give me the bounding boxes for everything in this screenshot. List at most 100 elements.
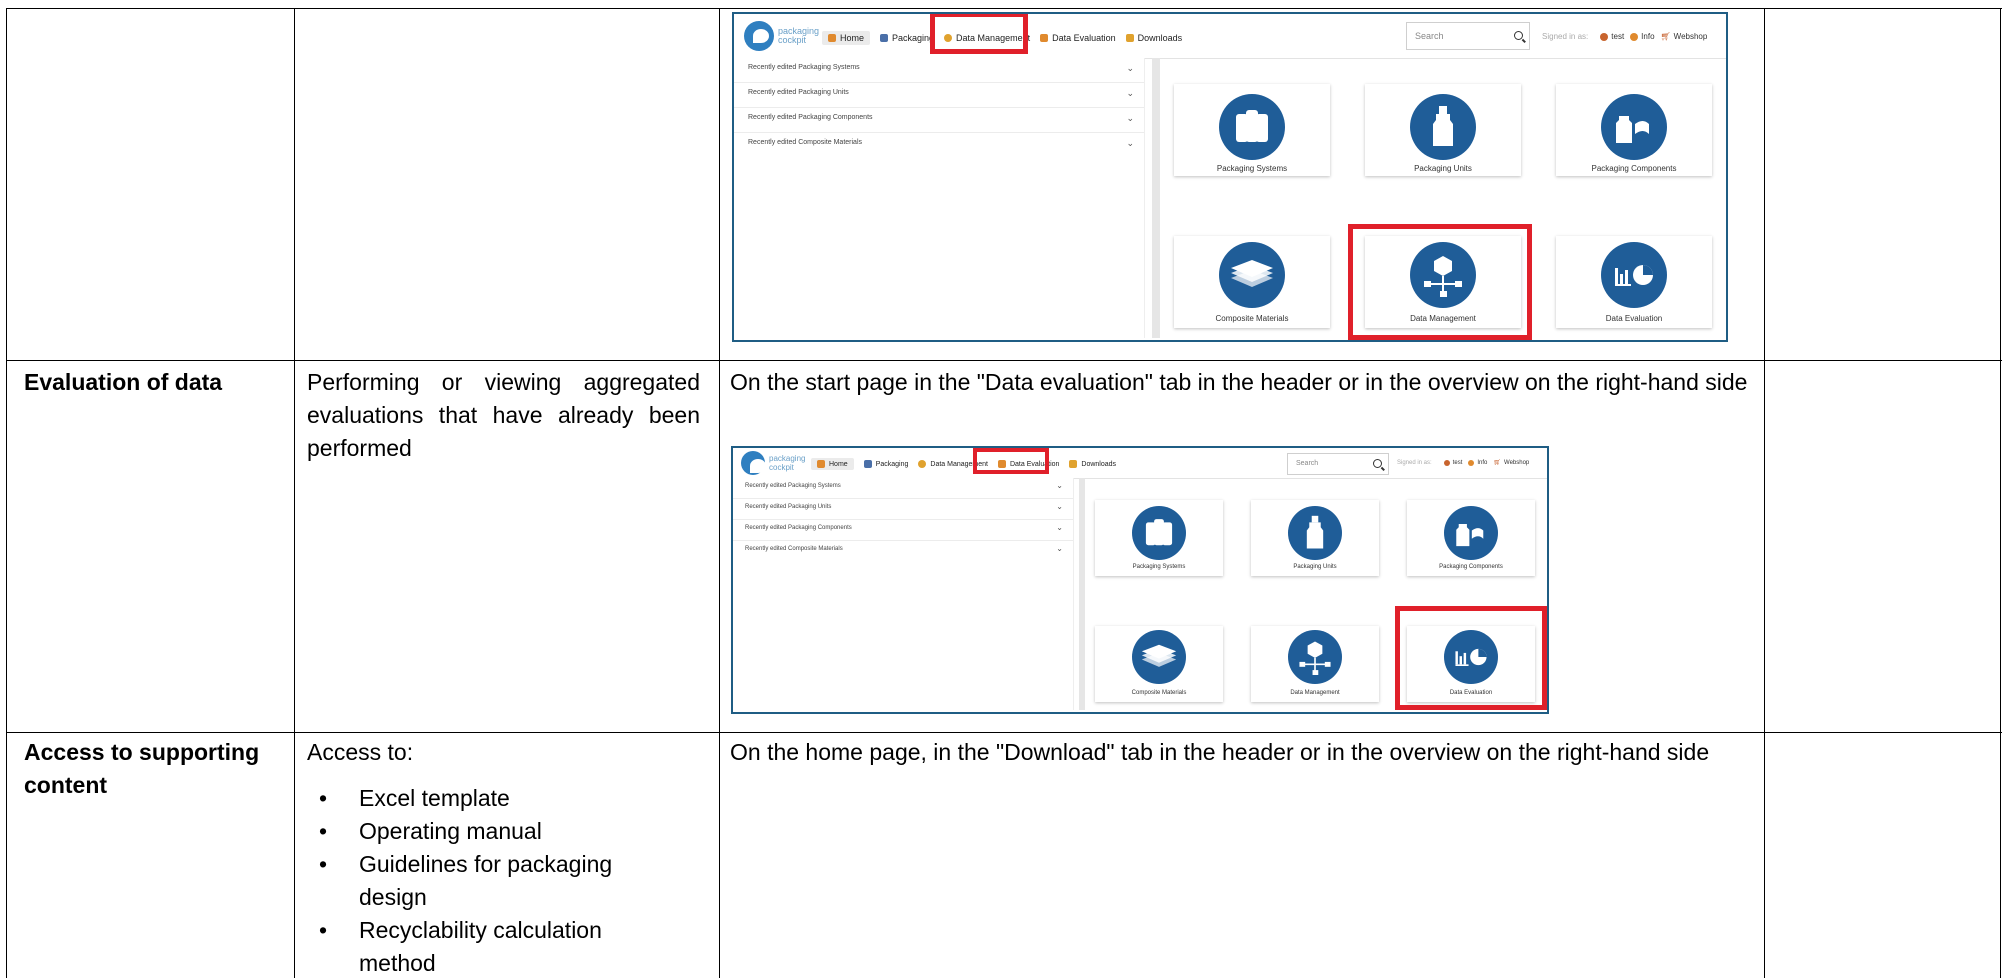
recent-item[interactable]: Recently edited Packaging Units ⌄: [733, 499, 1073, 520]
search-icon[interactable]: [1514, 31, 1523, 40]
tile-label: Composite Materials: [1215, 314, 1289, 323]
chevron-down-icon[interactable]: ⌄: [1056, 523, 1063, 532]
bottle-icon: [1288, 506, 1342, 560]
chevron-down-icon[interactable]: ⌄: [1056, 502, 1063, 511]
user-icon: [1443, 459, 1450, 466]
tile-composite-materials[interactable]: Composite Materials: [1174, 236, 1330, 328]
recent-item-label: Recently edited Packaging Components: [745, 525, 852, 531]
logo-text: packaging cockpit: [769, 454, 806, 472]
tile-data-evaluation[interactable]: Data Evaluation: [1556, 236, 1712, 328]
column-divider-1: [294, 8, 295, 978]
download-icon: [1069, 460, 1078, 468]
download-icon: [1125, 34, 1134, 42]
highlight-nav-data-management: [930, 14, 1028, 54]
search-placeholder: Search: [1296, 460, 1319, 467]
webshop-link[interactable]: Webshop: [1504, 460, 1529, 466]
nav-downloads-label: Downloads: [1137, 33, 1183, 43]
app-header: packaging cockpit Home Packaging Data Ma…: [733, 448, 1547, 479]
nav-home[interactable]: Home: [822, 31, 871, 45]
row-location-evaluation: On the start page in the "Data evaluatio…: [730, 369, 1748, 395]
chevron-down-icon[interactable]: ⌄: [1126, 113, 1134, 124]
home-icon: [828, 34, 836, 42]
row-divider-2: [6, 732, 2002, 733]
nav-home-label: Home: [829, 460, 848, 468]
tile-data-management[interactable]: Data Management: [1251, 626, 1379, 702]
gear-icon: [918, 460, 927, 468]
info-link[interactable]: Info: [1641, 32, 1654, 41]
highlight-tile-data-management: [1348, 224, 1532, 340]
recent-item[interactable]: Recently edited Packaging Systems ⌄: [733, 478, 1073, 499]
user-name[interactable]: test: [1453, 460, 1463, 466]
tile-packaging-units[interactable]: Packaging Units: [1251, 500, 1379, 576]
nav-downloads[interactable]: Downloads: [1125, 33, 1183, 43]
list-item: Excel template: [309, 782, 649, 815]
search-input[interactable]: Search: [1287, 453, 1389, 475]
header-user-area: Signed in as: test Info 🛒︎ Webshop: [1397, 459, 1529, 466]
cart-icon: 🛒︎: [1493, 460, 1502, 466]
nav-home[interactable]: Home: [811, 458, 854, 470]
table-right-border: [2000, 8, 2001, 978]
user-name[interactable]: test: [1611, 32, 1624, 41]
nav-home-label: Home: [840, 33, 865, 43]
chevron-down-icon[interactable]: ⌄: [1126, 88, 1134, 99]
tile-packaging-units[interactable]: Packaging Units: [1365, 84, 1521, 176]
panel-splitter[interactable]: [1079, 478, 1085, 710]
tile-label: Packaging Systems: [1216, 164, 1288, 173]
screenshot-data-evaluation: packaging cockpit Home Packaging Data Ma…: [731, 446, 1549, 714]
nav-packaging[interactable]: Packaging: [863, 460, 908, 468]
recent-item[interactable]: Recently edited Packaging Units ⌄: [734, 83, 1144, 108]
nav-data-evaluation[interactable]: Data Evaluation: [1040, 33, 1116, 43]
nav-packaging[interactable]: Packaging: [880, 33, 934, 43]
document-page: packaging cockpit Home Packaging Data Ma…: [0, 0, 2002, 978]
row-description-intro: Access to:: [307, 739, 414, 765]
recent-item[interactable]: Recently edited Composite Materials ⌄: [733, 541, 1073, 561]
table-left-border: [6, 8, 7, 978]
search-placeholder: Search: [1415, 31, 1444, 41]
app-logo: packaging cockpit: [744, 21, 822, 51]
table-icon: [1040, 34, 1049, 42]
list-item: Operating manual: [309, 815, 649, 848]
search-icon[interactable]: [1373, 459, 1382, 468]
app-logo: packaging cockpit: [741, 451, 809, 475]
tile-packaging-components[interactable]: Packaging Components: [1407, 500, 1535, 576]
chart-icon: [1601, 242, 1667, 308]
recent-item-label: Recently edited Packaging Units: [748, 89, 849, 96]
nav-downloads-label: Downloads: [1081, 460, 1117, 468]
app-header: packaging cockpit Home Packaging Data Ma…: [734, 14, 1726, 59]
signed-in-label: Signed in as:: [1397, 459, 1432, 466]
logo-icon: [741, 451, 766, 475]
nav-downloads[interactable]: Downloads: [1069, 460, 1116, 468]
info-icon: [1468, 459, 1475, 466]
chevron-down-icon[interactable]: ⌄: [1056, 544, 1063, 553]
tile-label: Packaging Systems: [1132, 564, 1186, 570]
screenshot-data-management: packaging cockpit Home Packaging Data Ma…: [732, 12, 1728, 342]
recent-item[interactable]: Recently edited Packaging Components ⌄: [733, 520, 1073, 541]
tile-label: Packaging Units: [1414, 164, 1472, 173]
info-link[interactable]: Info: [1477, 460, 1487, 466]
list-item: Guidelines for packaging design: [309, 848, 649, 914]
recent-item[interactable]: Recently edited Composite Materials ⌄: [734, 133, 1144, 157]
tile-packaging-systems[interactable]: Packaging Systems: [1174, 84, 1330, 176]
recent-item[interactable]: Recently edited Packaging Components ⌄: [734, 108, 1144, 133]
tile-packaging-systems[interactable]: Packaging Systems: [1095, 500, 1223, 576]
nav-data-evaluation-label: Data Evaluation: [1052, 33, 1116, 43]
components-icon: [1601, 94, 1667, 160]
cart-icon: 🛒︎: [1660, 32, 1671, 41]
supporting-content-list: Excel template Operating manual Guidelin…: [309, 782, 649, 980]
recent-item[interactable]: Recently edited Packaging Systems ⌄: [734, 58, 1144, 83]
chevron-down-icon[interactable]: ⌄: [1126, 63, 1134, 74]
webshop-link[interactable]: Webshop: [1674, 32, 1708, 41]
packaging-icon: [880, 34, 889, 42]
chevron-down-icon[interactable]: ⌄: [1126, 138, 1134, 149]
tile-label: Packaging Components: [1439, 564, 1503, 570]
tile-label: Data Evaluation: [1605, 314, 1663, 323]
chevron-down-icon[interactable]: ⌄: [1056, 481, 1063, 490]
tile-packaging-components[interactable]: Packaging Components: [1556, 84, 1712, 176]
search-input[interactable]: Search: [1406, 22, 1530, 50]
recent-items-panel: Recently edited Packaging Systems ⌄ Recen…: [734, 58, 1145, 338]
panel-splitter[interactable]: [1152, 58, 1160, 338]
tile-composite-materials[interactable]: Composite Materials: [1095, 626, 1223, 702]
layers-icon: [1219, 242, 1285, 308]
user-icon: [1600, 32, 1609, 41]
recent-item-label: Recently edited Packaging Units: [745, 504, 832, 510]
